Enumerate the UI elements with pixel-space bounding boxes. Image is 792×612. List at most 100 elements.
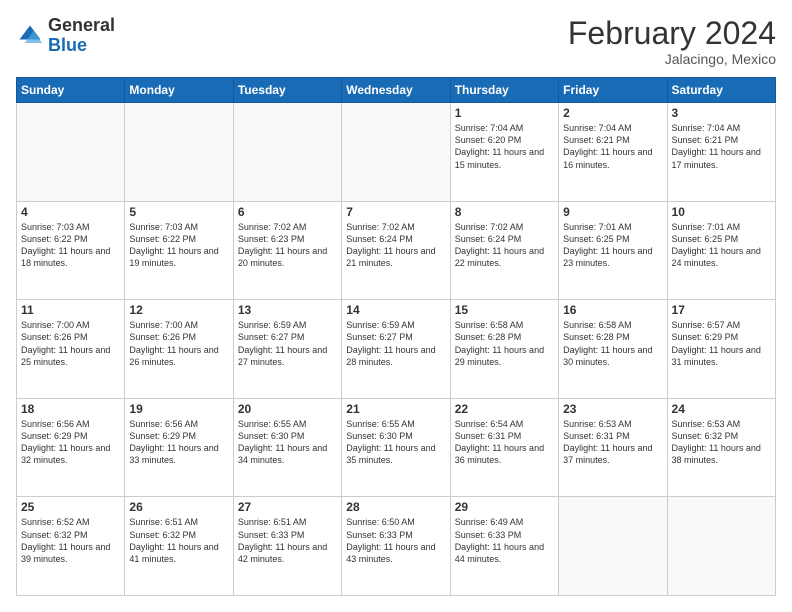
day-info: Sunrise: 7:01 AM Sunset: 6:25 PM Dayligh… <box>563 221 662 270</box>
day-info: Sunrise: 7:00 AM Sunset: 6:26 PM Dayligh… <box>129 319 228 368</box>
day-number: 15 <box>455 303 554 317</box>
day-number: 10 <box>672 205 771 219</box>
day-number: 6 <box>238 205 337 219</box>
day-info: Sunrise: 6:49 AM Sunset: 6:33 PM Dayligh… <box>455 516 554 565</box>
calendar-table: Sunday Monday Tuesday Wednesday Thursday… <box>16 77 776 596</box>
day-info: Sunrise: 6:51 AM Sunset: 6:32 PM Dayligh… <box>129 516 228 565</box>
calendar-week-row: 18 Sunrise: 6:56 AM Sunset: 6:29 PM Dayli… <box>17 398 776 497</box>
table-row: 20 Sunrise: 6:55 AM Sunset: 6:30 PM Dayli… <box>233 398 341 497</box>
col-saturday: Saturday <box>667 78 775 103</box>
day-number: 21 <box>346 402 445 416</box>
col-thursday: Thursday <box>450 78 558 103</box>
calendar-week-row: 1Sunrise: 7:04 AM Sunset: 6:20 PM Daylig… <box>17 103 776 202</box>
day-number: 16 <box>563 303 662 317</box>
day-info: Sunrise: 6:56 AM Sunset: 6:29 PM Dayligh… <box>129 418 228 467</box>
table-row: 24 Sunrise: 6:53 AM Sunset: 6:32 PM Dayli… <box>667 398 775 497</box>
day-number: 13 <box>238 303 337 317</box>
header: General Blue February 2024 Jalacingo, Me… <box>16 16 776 67</box>
day-number: 23 <box>563 402 662 416</box>
day-number: 12 <box>129 303 228 317</box>
logo-blue: Blue <box>48 35 87 55</box>
day-info: Sunrise: 6:52 AM Sunset: 6:32 PM Dayligh… <box>21 516 120 565</box>
day-info: Sunrise: 7:01 AM Sunset: 6:25 PM Dayligh… <box>672 221 771 270</box>
day-info: Sunrise: 7:02 AM Sunset: 6:23 PM Dayligh… <box>238 221 337 270</box>
table-row <box>559 497 667 596</box>
day-info: Sunrise: 6:59 AM Sunset: 6:27 PM Dayligh… <box>238 319 337 368</box>
table-row: 2 Sunrise: 7:04 AM Sunset: 6:21 PM Daylig… <box>559 103 667 202</box>
day-number: 3 <box>672 106 771 120</box>
day-number: 25 <box>21 500 120 514</box>
table-row: 4 Sunrise: 7:03 AM Sunset: 6:22 PM Daylig… <box>17 201 125 300</box>
table-row: 13 Sunrise: 6:59 AM Sunset: 6:27 PM Dayli… <box>233 300 341 399</box>
calendar-week-row: 11 Sunrise: 7:00 AM Sunset: 6:26 PM Dayli… <box>17 300 776 399</box>
day-number: 19 <box>129 402 228 416</box>
day-info: Sunrise: 6:58 AM Sunset: 6:28 PM Dayligh… <box>563 319 662 368</box>
day-info: Sunrise: 7:04 AM Sunset: 6:21 PM Dayligh… <box>672 122 771 171</box>
day-info: Sunrise: 6:55 AM Sunset: 6:30 PM Dayligh… <box>238 418 337 467</box>
day-info: Sunrise: 6:56 AM Sunset: 6:29 PM Dayligh… <box>21 418 120 467</box>
calendar-header-row: Sunday Monday Tuesday Wednesday Thursday… <box>17 78 776 103</box>
table-row: 25 Sunrise: 6:52 AM Sunset: 6:32 PM Dayli… <box>17 497 125 596</box>
day-info: Sunrise: 6:59 AM Sunset: 6:27 PM Dayligh… <box>346 319 445 368</box>
table-row: 16 Sunrise: 6:58 AM Sunset: 6:28 PM Dayli… <box>559 300 667 399</box>
day-info: Sunrise: 6:54 AM Sunset: 6:31 PM Dayligh… <box>455 418 554 467</box>
table-row: 23 Sunrise: 6:53 AM Sunset: 6:31 PM Dayli… <box>559 398 667 497</box>
day-info: Sunrise: 6:55 AM Sunset: 6:30 PM Dayligh… <box>346 418 445 467</box>
title-block: February 2024 Jalacingo, Mexico <box>568 16 776 67</box>
logo: General Blue <box>16 16 115 56</box>
table-row <box>342 103 450 202</box>
table-row <box>125 103 233 202</box>
table-row: 8Sunrise: 7:02 AM Sunset: 6:24 PM Daylig… <box>450 201 558 300</box>
day-number: 22 <box>455 402 554 416</box>
logo-icon <box>16 22 44 50</box>
col-sunday: Sunday <box>17 78 125 103</box>
day-number: 18 <box>21 402 120 416</box>
col-wednesday: Wednesday <box>342 78 450 103</box>
table-row: 17Sunrise: 6:57 AM Sunset: 6:29 PM Dayli… <box>667 300 775 399</box>
day-number: 20 <box>238 402 337 416</box>
day-info: Sunrise: 7:02 AM Sunset: 6:24 PM Dayligh… <box>346 221 445 270</box>
day-number: 17 <box>672 303 771 317</box>
location: Jalacingo, Mexico <box>568 51 776 67</box>
day-info: Sunrise: 7:00 AM Sunset: 6:26 PM Dayligh… <box>21 319 120 368</box>
logo-general: General <box>48 15 115 35</box>
table-row: 26Sunrise: 6:51 AM Sunset: 6:32 PM Dayli… <box>125 497 233 596</box>
col-monday: Monday <box>125 78 233 103</box>
table-row <box>667 497 775 596</box>
day-number: 29 <box>455 500 554 514</box>
day-info: Sunrise: 6:53 AM Sunset: 6:32 PM Dayligh… <box>672 418 771 467</box>
day-number: 2 <box>563 106 662 120</box>
day-number: 5 <box>129 205 228 219</box>
table-row: 3 Sunrise: 7:04 AM Sunset: 6:21 PM Daylig… <box>667 103 775 202</box>
table-row: 28 Sunrise: 6:50 AM Sunset: 6:33 PM Dayli… <box>342 497 450 596</box>
table-row: 12 Sunrise: 7:00 AM Sunset: 6:26 PM Dayli… <box>125 300 233 399</box>
day-info: Sunrise: 7:04 AM Sunset: 6:20 PM Dayligh… <box>455 122 554 171</box>
calendar-week-row: 25 Sunrise: 6:52 AM Sunset: 6:32 PM Dayli… <box>17 497 776 596</box>
day-number: 28 <box>346 500 445 514</box>
day-number: 7 <box>346 205 445 219</box>
table-row: 22 Sunrise: 6:54 AM Sunset: 6:31 PM Dayli… <box>450 398 558 497</box>
month-year: February 2024 <box>568 16 776 51</box>
table-row: 14 Sunrise: 6:59 AM Sunset: 6:27 PM Dayli… <box>342 300 450 399</box>
day-number: 14 <box>346 303 445 317</box>
table-row: 9 Sunrise: 7:01 AM Sunset: 6:25 PM Daylig… <box>559 201 667 300</box>
day-info: Sunrise: 7:04 AM Sunset: 6:21 PM Dayligh… <box>563 122 662 171</box>
day-number: 27 <box>238 500 337 514</box>
day-number: 9 <box>563 205 662 219</box>
day-info: Sunrise: 6:53 AM Sunset: 6:31 PM Dayligh… <box>563 418 662 467</box>
table-row: 10 Sunrise: 7:01 AM Sunset: 6:25 PM Dayli… <box>667 201 775 300</box>
day-number: 4 <box>21 205 120 219</box>
table-row <box>17 103 125 202</box>
day-info: Sunrise: 6:58 AM Sunset: 6:28 PM Dayligh… <box>455 319 554 368</box>
day-info: Sunrise: 7:02 AM Sunset: 6:24 PM Dayligh… <box>455 221 554 270</box>
day-number: 24 <box>672 402 771 416</box>
table-row: 15 Sunrise: 6:58 AM Sunset: 6:28 PM Dayli… <box>450 300 558 399</box>
table-row: 5Sunrise: 7:03 AM Sunset: 6:22 PM Daylig… <box>125 201 233 300</box>
table-row: 29 Sunrise: 6:49 AM Sunset: 6:33 PM Dayli… <box>450 497 558 596</box>
day-info: Sunrise: 7:03 AM Sunset: 6:22 PM Dayligh… <box>21 221 120 270</box>
day-number: 11 <box>21 303 120 317</box>
col-friday: Friday <box>559 78 667 103</box>
logo-text: General Blue <box>48 16 115 56</box>
day-info: Sunrise: 6:50 AM Sunset: 6:33 PM Dayligh… <box>346 516 445 565</box>
table-row: 6 Sunrise: 7:02 AM Sunset: 6:23 PM Daylig… <box>233 201 341 300</box>
